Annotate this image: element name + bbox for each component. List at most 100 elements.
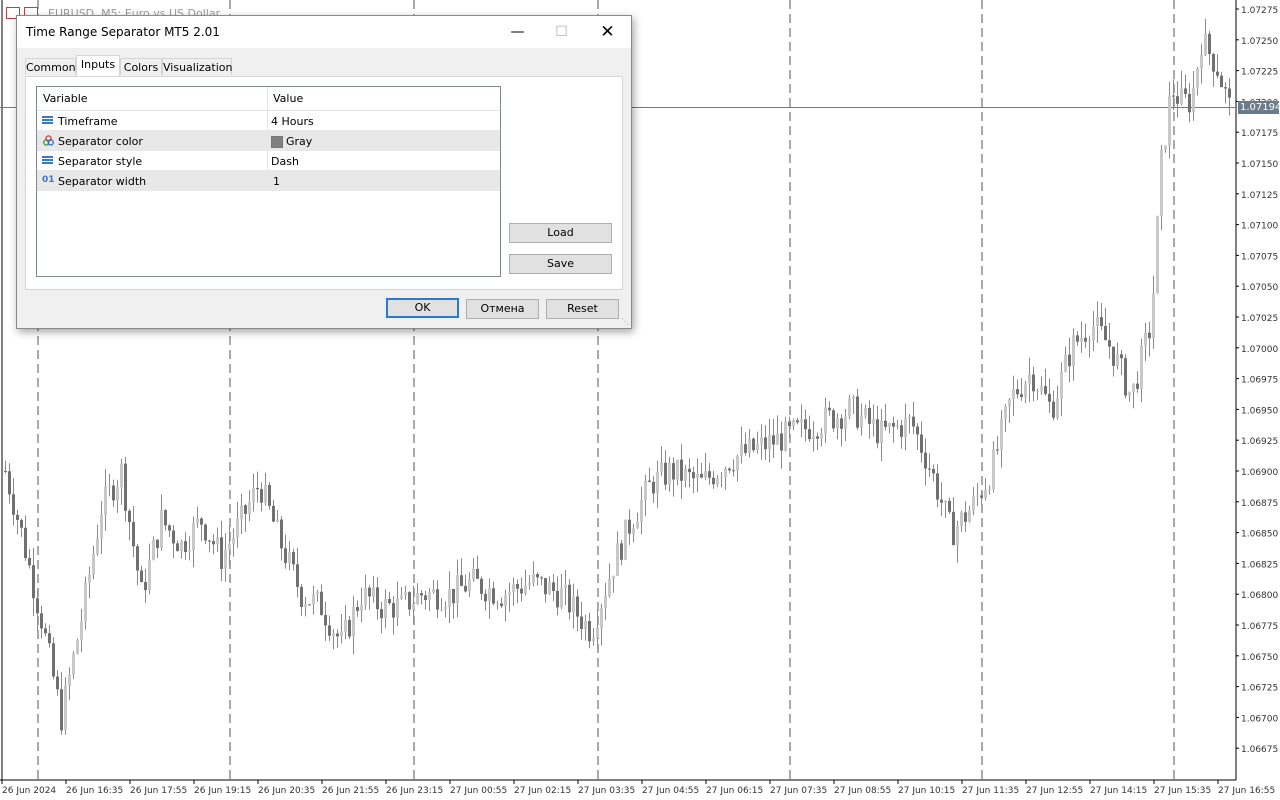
candle-body bbox=[788, 421, 791, 427]
candle-body bbox=[608, 578, 611, 597]
input-value-field[interactable]: 1 bbox=[273, 175, 280, 188]
tab-common[interactable]: Common bbox=[25, 58, 76, 75]
tab-visualization[interactable]: Visualization bbox=[162, 58, 232, 75]
candle-body bbox=[352, 607, 355, 637]
candle-body bbox=[668, 463, 671, 485]
candle-body bbox=[660, 462, 663, 472]
input-row-separator-style[interactable]: Separator style Dash bbox=[37, 151, 500, 171]
close-icon[interactable]: ✕ bbox=[585, 16, 630, 48]
candle-body bbox=[244, 505, 247, 514]
minimize-icon[interactable]: — bbox=[495, 16, 540, 48]
candle-body bbox=[760, 437, 763, 444]
candle-body bbox=[756, 443, 759, 451]
input-value-field[interactable]: 4 Hours bbox=[271, 115, 314, 128]
candle-body bbox=[488, 588, 491, 602]
enum-icon bbox=[42, 156, 53, 165]
dialog-title: Time Range Separator MT5 2.01 bbox=[26, 25, 220, 39]
input-row-separator-color[interactable]: Separator color Gray bbox=[37, 131, 500, 151]
candle-body bbox=[836, 418, 839, 429]
candle-body bbox=[424, 595, 427, 601]
price-tick-label: 1.06725 bbox=[1241, 684, 1278, 694]
color-value-text: Gray bbox=[286, 135, 313, 148]
candle-body bbox=[152, 539, 155, 560]
candle-body bbox=[808, 429, 811, 440]
time-tick-label: 26 Jun 21:55 bbox=[322, 786, 379, 796]
cancel-button[interactable]: Отмена bbox=[466, 299, 539, 319]
candle-body bbox=[528, 582, 531, 586]
candle-body bbox=[100, 515, 103, 539]
candle-body bbox=[1176, 96, 1179, 104]
input-value-field[interactable]: Gray bbox=[271, 135, 312, 148]
candle-body bbox=[1100, 317, 1103, 327]
candle-body bbox=[1220, 75, 1223, 88]
candle-body bbox=[224, 549, 227, 569]
ok-button[interactable]: OK bbox=[386, 298, 459, 318]
candle-body bbox=[1012, 389, 1015, 400]
candle-body bbox=[944, 500, 947, 503]
column-header-value[interactable]: Value bbox=[273, 92, 303, 105]
candle-body bbox=[740, 444, 743, 456]
candle-body bbox=[520, 588, 523, 594]
candle-body bbox=[1128, 391, 1131, 396]
candle-body bbox=[936, 473, 939, 500]
candle-body bbox=[664, 462, 667, 485]
time-tick-label: 26 Jun 19:15 bbox=[194, 786, 251, 796]
candle-body bbox=[148, 559, 151, 591]
price-tick-label: 1.07225 bbox=[1241, 68, 1278, 78]
candle-body bbox=[1052, 401, 1055, 418]
save-button[interactable]: Save bbox=[509, 254, 612, 274]
price-tick-label: 1.06750 bbox=[1241, 653, 1278, 663]
input-row-timeframe[interactable]: Timeframe 4 Hours bbox=[37, 111, 500, 131]
tab-colors[interactable]: Colors bbox=[120, 58, 162, 75]
candle-body bbox=[1192, 87, 1195, 113]
price-tick-label: 1.07050 bbox=[1241, 283, 1278, 293]
candle-body bbox=[260, 489, 263, 503]
dialog-titlebar[interactable]: Time Range Separator MT5 2.01 — ☐ ✕ bbox=[17, 16, 631, 48]
candle-body bbox=[924, 452, 927, 469]
tab-inputs[interactable]: Inputs bbox=[76, 55, 120, 76]
candle-body bbox=[532, 574, 535, 583]
reset-button[interactable]: Reset bbox=[546, 299, 619, 319]
price-tick-label: 1.06950 bbox=[1241, 406, 1278, 416]
candle-body bbox=[476, 568, 479, 579]
candle-body bbox=[700, 473, 703, 478]
candle-body bbox=[328, 625, 331, 636]
input-value-field[interactable]: Dash bbox=[271, 155, 299, 168]
candle-body bbox=[380, 609, 383, 619]
candle-body bbox=[1140, 345, 1143, 389]
candle-body bbox=[1040, 386, 1043, 392]
candle-body bbox=[1180, 88, 1183, 104]
input-variable: Separator style bbox=[58, 155, 143, 168]
candle-body bbox=[60, 689, 63, 731]
load-button[interactable]: Load bbox=[509, 223, 612, 243]
candle-body bbox=[964, 512, 967, 522]
candle-body bbox=[1064, 354, 1067, 372]
input-variable: Separator color bbox=[58, 135, 143, 148]
candle-body bbox=[680, 459, 683, 481]
price-tick-label: 1.07025 bbox=[1241, 314, 1278, 324]
candle-body bbox=[712, 477, 715, 485]
candle-body bbox=[220, 537, 223, 569]
candle-body bbox=[992, 449, 995, 490]
candle-body bbox=[1016, 389, 1019, 395]
input-row-separator-width[interactable]: 01 Separator width 1 bbox=[37, 171, 500, 191]
candle-body bbox=[800, 419, 803, 423]
candle-body bbox=[464, 585, 467, 592]
candle-body bbox=[516, 583, 519, 589]
candle-body bbox=[564, 584, 567, 589]
color-swatch bbox=[271, 136, 283, 148]
candle-body bbox=[932, 469, 935, 474]
time-tick-label: 26 Jun 17:55 bbox=[130, 786, 187, 796]
candle-body bbox=[840, 418, 843, 429]
candle-body bbox=[1132, 383, 1135, 392]
price-tick-label: 1.06900 bbox=[1241, 468, 1278, 478]
candle-body bbox=[404, 592, 407, 596]
candle-body bbox=[136, 546, 139, 571]
candle-body bbox=[596, 627, 599, 638]
maximize-icon[interactable]: ☐ bbox=[539, 16, 584, 48]
candle-body bbox=[312, 594, 315, 605]
resize-grip-icon[interactable]: ⋱ bbox=[621, 317, 629, 326]
candle-body bbox=[204, 524, 207, 541]
column-header-variable[interactable]: Variable bbox=[43, 92, 88, 105]
candle-body bbox=[432, 589, 435, 593]
